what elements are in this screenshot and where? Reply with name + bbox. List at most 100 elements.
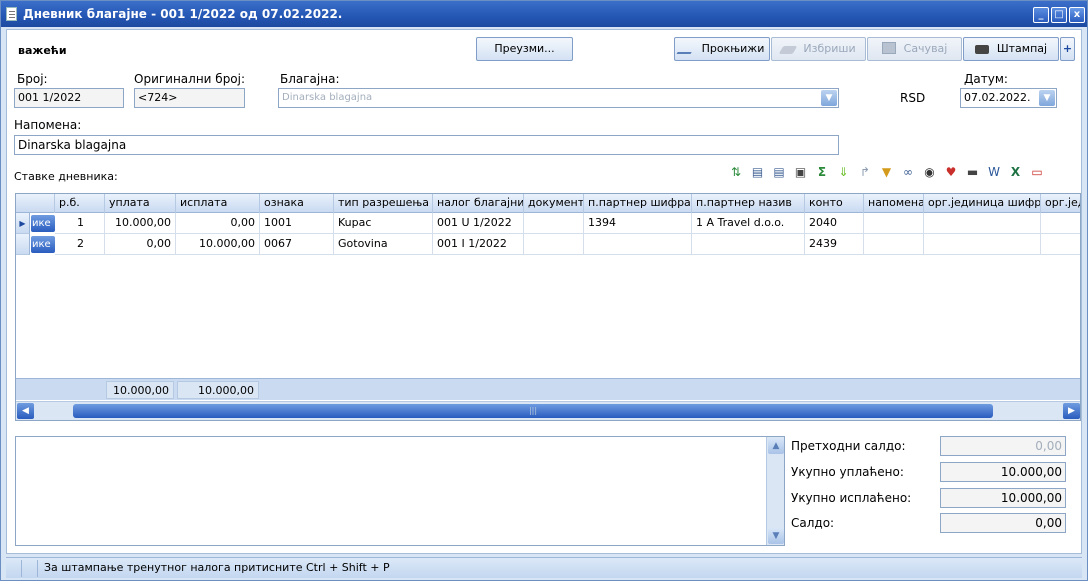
cell-konto[interactable]: 2040 [805,213,864,234]
cell-org-jedinica-sifra[interactable] [924,234,1041,255]
cell-dokument[interactable] [524,234,584,255]
cell-org-jed[interactable] [1041,234,1080,255]
cell-partner-sifra[interactable]: 1394 [584,213,692,234]
col-uplata[interactable]: уплата [105,194,176,213]
scroll-thumb[interactable]: ||| [73,404,993,418]
cell-napomena[interactable] [864,213,924,234]
row-button[interactable]: ике [31,215,55,232]
cell-dokument[interactable] [524,213,584,234]
blagajna-combo[interactable]: Dinarska blagajna ▼ [278,88,839,108]
pdf-icon[interactable]: ▭ [1029,164,1045,180]
calendar-dropdown-icon[interactable]: ▼ [1039,90,1055,106]
window-title: Дневник благајне - 001 1/2022 од 07.02.2… [23,7,343,21]
redo-icon[interactable]: ↱ [857,164,873,180]
word-icon[interactable]: W [986,164,1002,180]
excel-icon[interactable]: X [1008,164,1024,180]
cell-oznaka[interactable]: 1001 [260,213,334,234]
col-nalog-blagajni[interactable]: налог благајни [433,194,524,213]
take-button[interactable]: Преузми... [476,37,573,61]
add-button[interactable]: + [1060,37,1075,61]
cell-napomena[interactable] [864,234,924,255]
original-number-field[interactable]: <724> [134,88,245,108]
print-button[interactable]: Штампај [963,37,1059,61]
cell-oznaka[interactable]: 0067 [260,234,334,255]
binoculars-icon[interactable]: ∞ [900,164,916,180]
broj-field[interactable]: 001 1/2022 [14,88,124,108]
col-isplata[interactable]: исплата [176,194,260,213]
pencil-icon [676,42,698,54]
cell-tip-razresenja[interactable]: Gotovina [334,234,433,255]
col-org-jed[interactable]: орг.јед [1041,194,1080,213]
col-konto[interactable]: конто [805,194,864,213]
col-oznaka[interactable]: ознака [260,194,334,213]
export-row-icon[interactable]: ▤ [750,164,766,180]
cell-rb[interactable]: 2 [55,234,105,255]
printer-icon[interactable]: ▬ [965,164,981,180]
chevron-down-icon[interactable]: ▼ [821,90,837,106]
minimize-button[interactable]: _ [1033,7,1049,23]
col-partner-naziv[interactable]: п.партнер назив [692,194,805,213]
cell-isplata[interactable]: 0,00 [176,213,260,234]
cell-org-jed[interactable] [1041,213,1080,234]
status-segment [6,560,22,577]
cell-nalog-blagajni[interactable]: 001 U 1/2022 [433,213,524,234]
total-paid-out-field: 10.000,00 [940,488,1066,508]
cell-nalog-blagajni[interactable]: 001 I 1/2022 [433,234,524,255]
scroll-up-icon[interactable]: ▲ [768,438,784,454]
previous-balance-field: 0,00 [940,436,1066,456]
sum-icon[interactable]: Σ [814,164,830,180]
notes-memo[interactable]: ▲ ▼ [15,436,785,546]
col-dokument[interactable]: документ [524,194,584,213]
row-indicator[interactable]: ▶ [16,213,30,234]
lock-icon[interactable]: ▣ [793,164,809,180]
maximize-button[interactable]: □ [1051,7,1067,23]
total-uplata: 10.000,00 [106,381,174,399]
eye-icon[interactable]: ◉ [922,164,938,180]
cell-isplata[interactable]: 10.000,00 [176,234,260,255]
col-partner-sifra[interactable]: п.партнер шифра [584,194,692,213]
cell-partner-naziv[interactable] [692,234,805,255]
cell-partner-naziv[interactable]: 1 A Travel d.o.o. [692,213,805,234]
col-rb[interactable]: р.б. [55,194,105,213]
total-isplata: 10.000,00 [177,381,259,399]
scroll-right-icon[interactable]: ▶ [1063,403,1080,419]
filter-icon[interactable]: ▼ [879,164,895,180]
document-status: важећи [18,44,67,57]
cell-rb[interactable]: 1 [55,213,105,234]
col-napomena[interactable]: напомена [864,194,924,213]
row-indicator[interactable] [16,234,30,255]
main-window: Дневник благајне - 001 1/2022 од 07.02.2… [0,0,1088,581]
col-org-jedinica-sifra[interactable]: орг.јединица шифра [924,194,1041,213]
refresh-icon[interactable]: ⇅ [728,164,744,180]
napomena-field[interactable]: Dinarska blagajna [14,135,839,155]
cell-partner-sifra[interactable] [584,234,692,255]
down-arrow-icon[interactable]: ⇓ [836,164,852,180]
memo-vertical-scrollbar[interactable]: ▲ ▼ [766,437,784,545]
floppy-disk-icon [881,42,896,54]
datum-field[interactable]: 07.02.2022. ▼ [960,88,1057,108]
cell-org-jedinica-sifra[interactable] [924,213,1041,234]
cell-konto[interactable]: 2439 [805,234,864,255]
grid-header-spacer [16,194,55,213]
col-tip-razresenja[interactable]: тип разрешења [334,194,433,213]
close-button[interactable]: x [1069,7,1085,23]
total-paid-out-label: Укупно исплаћено: [791,491,912,505]
import-row-icon[interactable]: ▤ [771,164,787,180]
delete-button[interactable]: Избриши [771,37,866,61]
horizontal-scrollbar[interactable]: ◀ ||| ▶ [16,401,1080,420]
cell-tip-razresenja[interactable]: Kupac [334,213,433,234]
heart-icon[interactable]: ♥ [943,164,959,180]
balance-field: 0,00 [940,513,1066,533]
table-row[interactable]: ▶ ике 1 10.000,00 0,00 1001 Kupac 001 U … [16,213,1080,234]
post-button[interactable]: Прокњижи [674,37,770,61]
table-row[interactable]: ике 2 0,00 10.000,00 0067 Gotovina 001 I… [16,234,1080,255]
save-button[interactable]: Сачувај [867,37,962,61]
row-button[interactable]: ике [31,236,55,253]
scroll-left-icon[interactable]: ◀ [17,403,34,419]
total-paid-in-label: Укупно уплаћено: [791,465,904,479]
previous-balance-label: Претходни салдо: [791,439,906,453]
scroll-down-icon[interactable]: ▼ [768,528,784,544]
cell-uplata[interactable]: 0,00 [105,234,176,255]
journal-grid: р.б. уплата исплата ознака тип разрешења… [15,193,1081,421]
cell-uplata[interactable]: 10.000,00 [105,213,176,234]
